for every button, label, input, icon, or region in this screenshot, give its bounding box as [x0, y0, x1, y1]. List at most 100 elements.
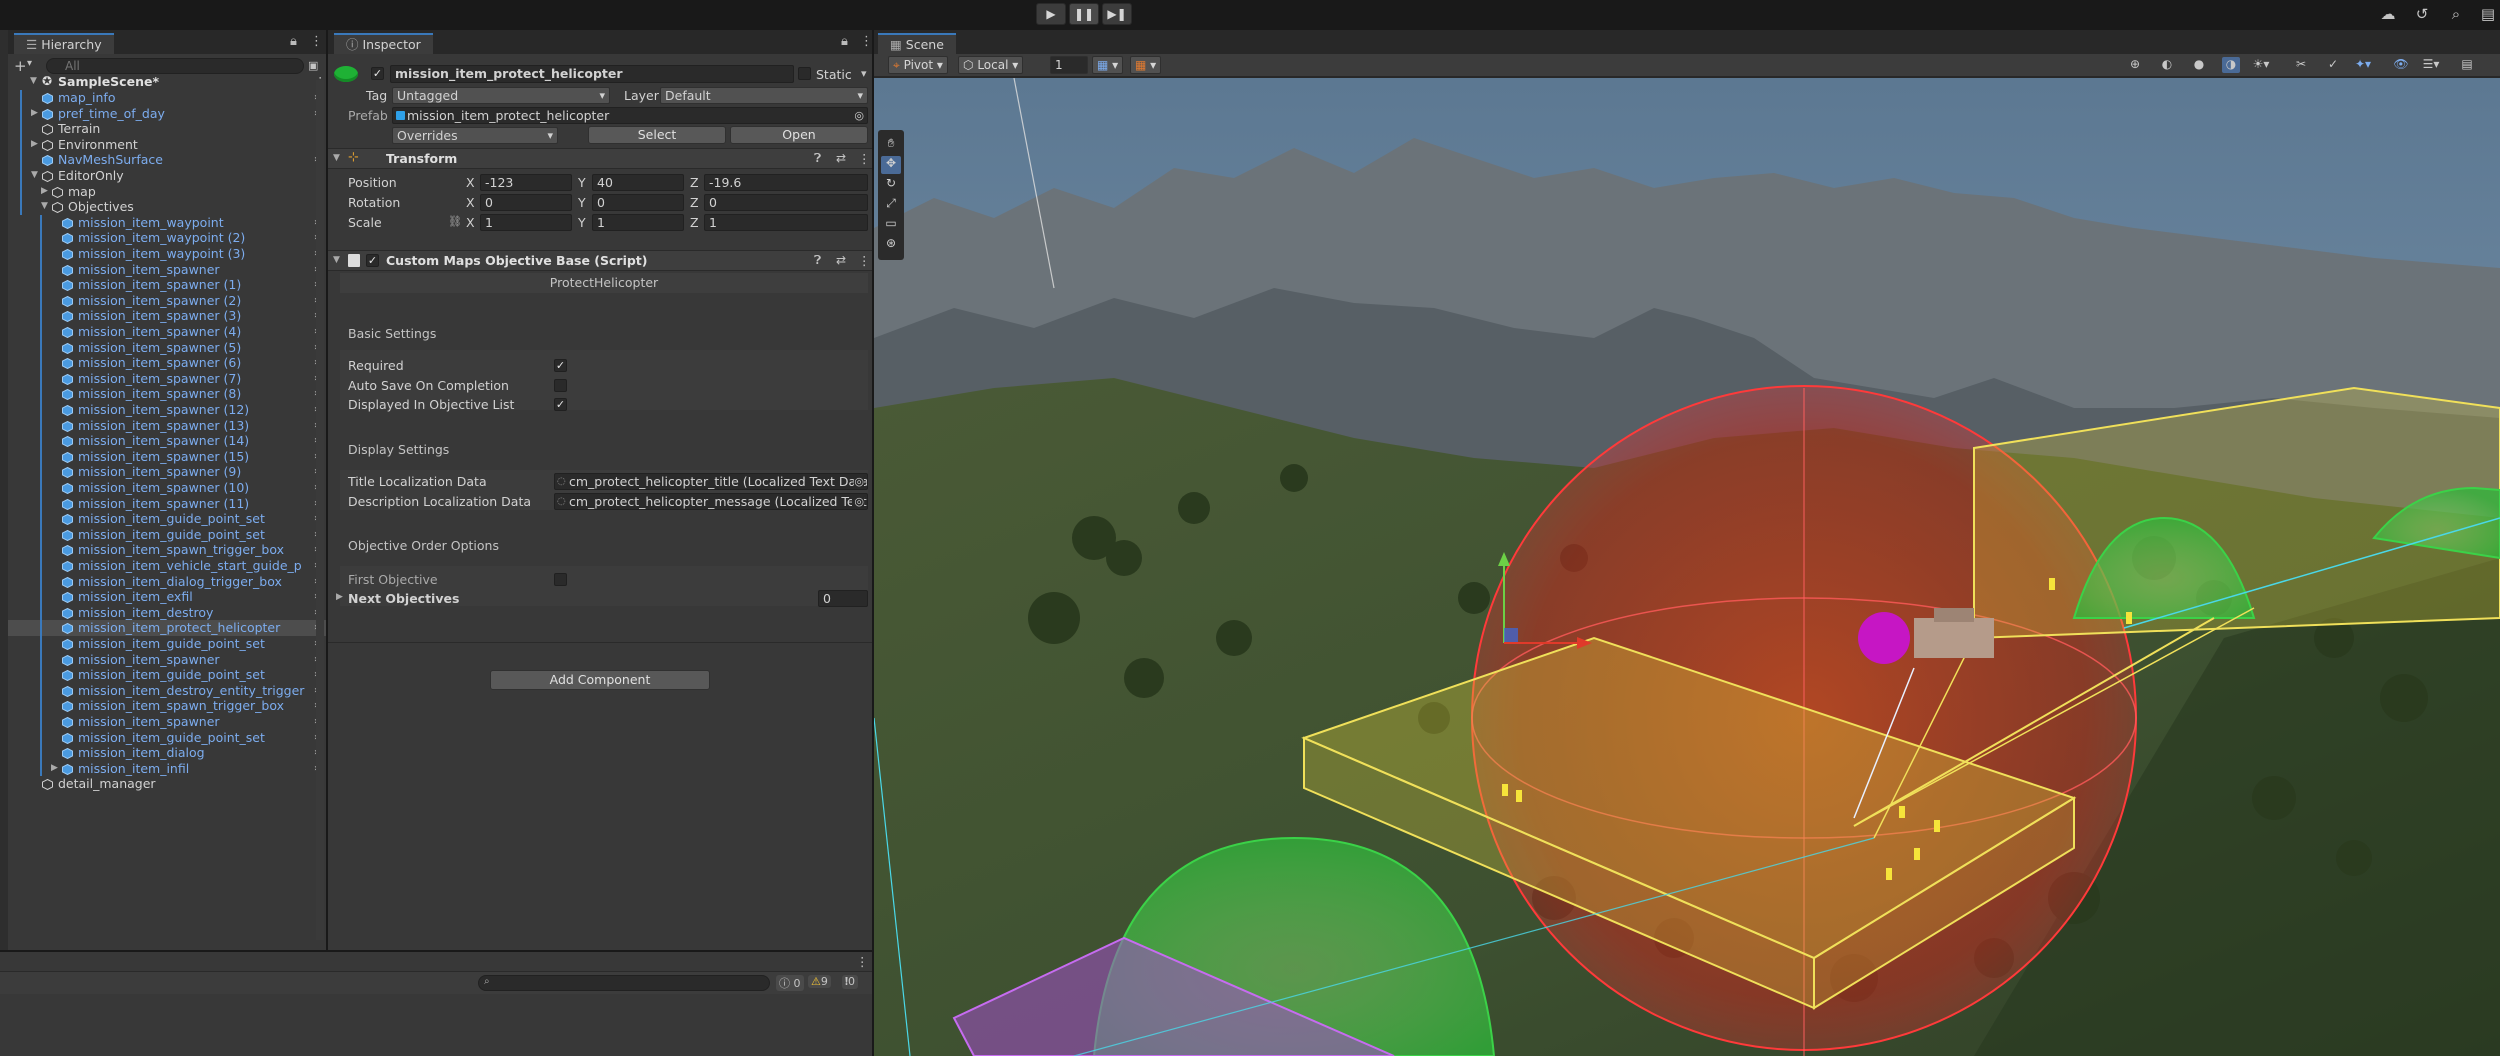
- search-icon[interactable]: ⌕: [2446, 5, 2466, 25]
- scale-x-field[interactable]: 1: [480, 214, 572, 231]
- scale-y-field[interactable]: 1: [592, 214, 684, 231]
- hierarchy-item[interactable]: mission_item_spawner (13)›: [8, 418, 326, 434]
- hierarchy-item[interactable]: mission_item_spawner (8)›: [8, 386, 326, 402]
- layout-icon[interactable]: ▤: [2478, 5, 2498, 25]
- component-menu-icon[interactable]: ⋮: [858, 253, 871, 268]
- hierarchy-item[interactable]: mission_item_spawner (2)›: [8, 293, 326, 309]
- scene-viewport[interactable]: ✋︎ ✥ ↻ ⤢ ▭ ⊛: [874, 78, 2500, 1056]
- hierarchy-item[interactable]: mission_item_spawner›: [8, 714, 326, 730]
- tab-scene[interactable]: ▦ Scene: [878, 33, 956, 54]
- warning-filter-button[interactable]: ⚠9: [808, 975, 831, 988]
- lit-icon[interactable]: ◑: [2222, 57, 2240, 73]
- position-y-axis-label[interactable]: Y: [578, 175, 586, 190]
- pivot-dropdown[interactable]: ⌖ Pivot ▾: [888, 56, 948, 74]
- rotation-y-field[interactable]: 0: [592, 194, 684, 211]
- hierarchy-item[interactable]: mission_item_spawner (12)›: [8, 402, 326, 418]
- hierarchy-item[interactable]: mission_item_waypoint (3)›: [8, 246, 326, 262]
- help-icon[interactable]: ❓︎: [814, 253, 821, 268]
- kebab-menu-icon[interactable]: ⋮: [860, 34, 873, 49]
- increment-snap-dropdown[interactable]: ▦ ▾: [1130, 56, 1162, 74]
- hierarchy-item[interactable]: mission_item_protect_helicopter›: [8, 620, 326, 636]
- hierarchy-item[interactable]: detail_manager: [8, 776, 326, 792]
- hierarchy-item[interactable]: mission_item_spawner (5)›: [8, 340, 326, 356]
- rotate-tool-icon[interactable]: ↻: [881, 176, 901, 194]
- script-enabled-checkbox[interactable]: ✓: [366, 254, 379, 267]
- transform-tool-icon[interactable]: ⊛: [881, 236, 901, 254]
- object-picker-icon[interactable]: ◎: [852, 494, 864, 509]
- gizmo-plane-handle[interactable]: [1504, 628, 1518, 642]
- hierarchy-item[interactable]: mission_item_spawn_trigger_box›: [8, 698, 326, 714]
- fold-open-icon[interactable]: ▼: [333, 153, 340, 163]
- local-dropdown[interactable]: ⬡ Local ▾: [958, 56, 1024, 74]
- rect-tool-icon[interactable]: ▭: [881, 216, 901, 234]
- orientation-gizmo-icon[interactable]: ⊕: [2126, 57, 2144, 73]
- hierarchy-item[interactable]: mission_item_guide_point_set›: [8, 527, 326, 543]
- rotation-z-field[interactable]: 0: [704, 194, 868, 211]
- object-name-field[interactable]: mission_item_protect_helicopter: [390, 65, 794, 83]
- hierarchy-item[interactable]: mission_item_waypoint (2)›: [8, 230, 326, 246]
- hierarchy-item[interactable]: mission_item_guide_point_set›: [8, 667, 326, 683]
- draw-mode-icon[interactable]: ◐: [2158, 57, 2176, 73]
- filter-icon[interactable]: ▣: [308, 59, 318, 72]
- kebab-menu-icon[interactable]: ⋮: [310, 34, 323, 49]
- required-checkbox[interactable]: ✓: [554, 359, 567, 372]
- fold-closed-icon[interactable]: ▶: [41, 184, 48, 200]
- hierarchy-item[interactable]: ▶ Environment: [8, 137, 326, 153]
- rotation-y-axis-label[interactable]: Y: [578, 195, 586, 210]
- position-y-field[interactable]: 40: [592, 174, 684, 191]
- static-checkbox[interactable]: [798, 67, 811, 80]
- title-localization-field[interactable]: ◌ cm_protect_helicopter_title (Localized…: [554, 473, 868, 490]
- hierarchy-item[interactable]: mission_item_guide_point_set›: [8, 511, 326, 527]
- hand-tool-icon[interactable]: ✋︎: [881, 136, 901, 154]
- position-z-field[interactable]: -19.6: [704, 174, 868, 191]
- hierarchy-item[interactable]: mission_item_spawner (1)›: [8, 277, 326, 293]
- rotation-z-axis-label[interactable]: Z: [690, 195, 699, 210]
- position-z-axis-label[interactable]: Z: [690, 175, 699, 190]
- script-header[interactable]: ▼ ✓ Custom Maps Objective Base (Script) …: [328, 250, 872, 271]
- hierarchy-item[interactable]: mission_item_exfil›: [8, 589, 326, 605]
- auto-save-checkbox[interactable]: [554, 379, 567, 392]
- effects-icon[interactable]: ✂: [2292, 57, 2310, 73]
- scene-row[interactable]: ▼ ✪ SampleScene* ⋮: [8, 74, 327, 90]
- hierarchy-item[interactable]: mission_item_destroy›: [8, 605, 326, 621]
- kebab-menu-icon[interactable]: ⋮: [856, 954, 869, 969]
- scale-tool-icon[interactable]: ⤢: [881, 196, 901, 214]
- hierarchy-item[interactable]: mission_item_spawner›: [8, 652, 326, 668]
- preset-icon[interactable]: ⇄: [836, 151, 846, 165]
- hierarchy-item[interactable]: mission_item_dialog_trigger_box›: [8, 574, 326, 590]
- first-objective-checkbox[interactable]: [554, 573, 567, 586]
- position-x-field[interactable]: -123: [480, 174, 572, 191]
- hierarchy-item[interactable]: mission_item_spawner›: [8, 262, 326, 278]
- tag-dropdown[interactable]: Untagged: [392, 87, 610, 104]
- grid-size-input[interactable]: 1: [1050, 56, 1088, 74]
- description-localization-field[interactable]: ◌ cm_protect_helicopter_message (Localiz…: [554, 493, 868, 510]
- hierarchy-item[interactable]: ▶ map: [8, 184, 326, 200]
- hierarchy-item[interactable]: mission_item_spawner (10)›: [8, 480, 326, 496]
- chevron-down-icon[interactable]: ▾: [27, 58, 32, 69]
- lock-icon[interactable]: 🔒︎: [841, 34, 848, 49]
- gizmos-icon[interactable]: ✦▾: [2354, 57, 2372, 73]
- active-checkbox[interactable]: ✓: [371, 67, 384, 80]
- fold-open-icon[interactable]: ▼: [30, 76, 37, 86]
- tab-hierarchy[interactable]: ☰ Hierarchy: [14, 33, 114, 54]
- hierarchy-item[interactable]: mission_item_spawner (7)›: [8, 371, 326, 387]
- grid-snap-dropdown[interactable]: ▦ ▾: [1092, 56, 1124, 74]
- scale-z-field[interactable]: 1: [704, 214, 868, 231]
- tab-inspector[interactable]: ⓘ Inspector: [334, 33, 433, 54]
- hierarchy-item[interactable]: mission_item_spawner (3)›: [8, 308, 326, 324]
- shaded-icon[interactable]: ●: [2190, 57, 2208, 73]
- hierarchy-item[interactable]: mission_item_destroy_entity_trigger›: [8, 683, 326, 699]
- hierarchy-item[interactable]: ▼ Objectives: [8, 199, 326, 215]
- overrides-dropdown[interactable]: Overrides: [392, 127, 558, 144]
- add-button[interactable]: +: [14, 57, 27, 75]
- step-button[interactable]: ▶❚: [1102, 3, 1132, 25]
- transform-header[interactable]: ▼ ⊹ Transform ❓︎ ⇄ ⋮: [328, 148, 872, 169]
- audio-icon[interactable]: ✓: [2324, 57, 2342, 73]
- console-search-input[interactable]: [478, 975, 770, 991]
- hierarchy-scrollbar[interactable]: [316, 80, 324, 940]
- hierarchy-item[interactable]: ▶pref_time_of_day›: [8, 106, 326, 122]
- hierarchy-item[interactable]: mission_item_spawner (4)›: [8, 324, 326, 340]
- scale-z-axis-label[interactable]: Z: [690, 215, 699, 230]
- add-component-button[interactable]: Add Component: [490, 670, 710, 690]
- hierarchy-item[interactable]: mission_item_vehicle_start_guide_p›: [8, 558, 326, 574]
